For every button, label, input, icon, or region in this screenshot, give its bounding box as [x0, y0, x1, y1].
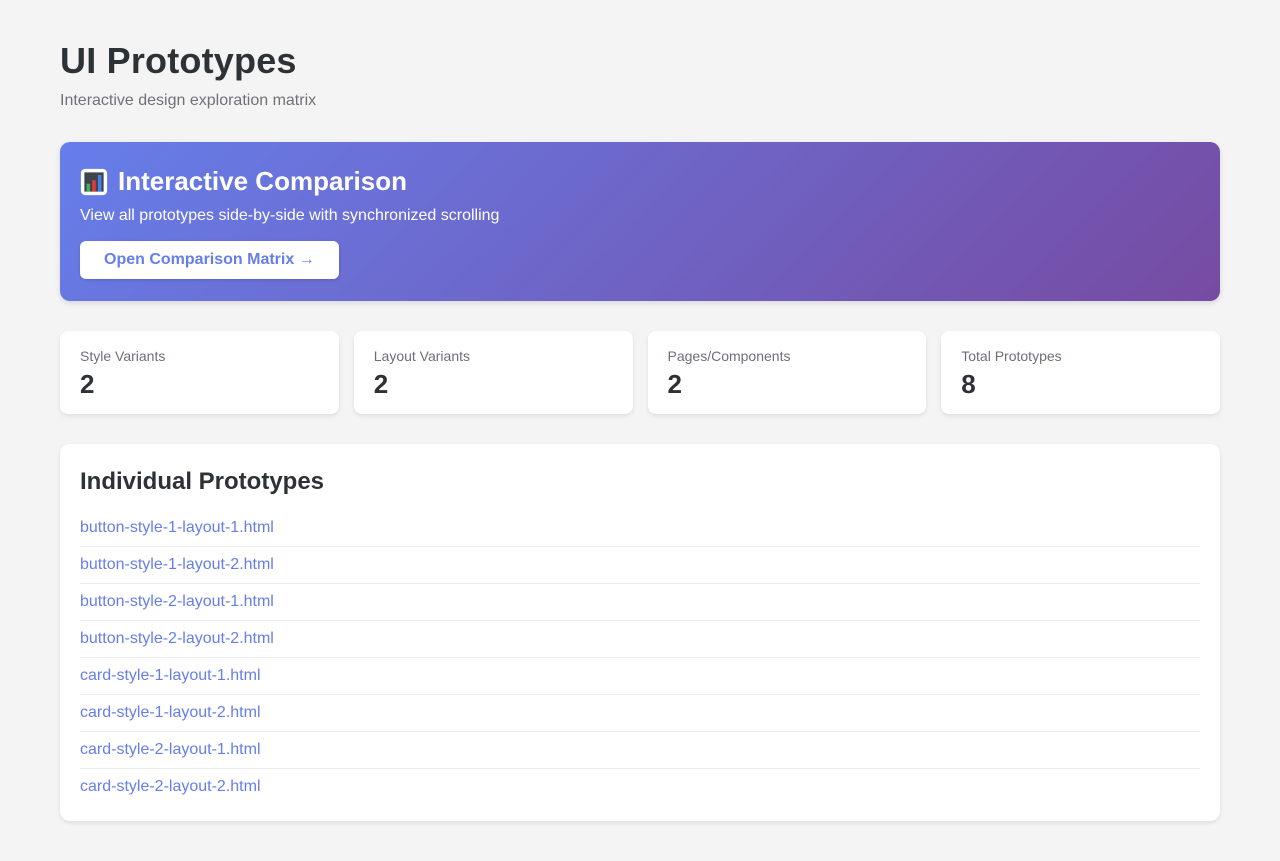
stat-label: Total Prototypes: [961, 348, 1200, 364]
stat-label: Layout Variants: [374, 348, 613, 364]
page-container: UI Prototypes Interactive design explora…: [60, 0, 1220, 861]
banner-title-row: Interactive Comparison: [80, 166, 1200, 197]
prototype-list-item: button-style-1-layout-2.html: [80, 547, 1200, 584]
individual-prototypes-card: Individual Prototypes button-style-1-lay…: [60, 444, 1220, 821]
prototype-list-item: card-style-2-layout-1.html: [80, 732, 1200, 769]
prototype-link[interactable]: card-style-2-layout-1.html: [80, 741, 261, 758]
prototype-list-item: card-style-1-layout-2.html: [80, 695, 1200, 732]
prototype-list: button-style-1-layout-1.html button-styl…: [80, 510, 1200, 805]
prototype-link[interactable]: card-style-1-layout-1.html: [80, 667, 261, 684]
interactive-comparison-banner: Interactive Comparison View all prototyp…: [60, 142, 1220, 301]
page-subtitle: Interactive design exploration matrix: [60, 92, 1220, 110]
stat-card-pages-components: Pages/Components 2: [648, 331, 927, 414]
prototype-list-item: button-style-1-layout-1.html: [80, 510, 1200, 547]
banner-description: View all prototypes side-by-side with sy…: [80, 207, 1200, 225]
prototype-list-item: button-style-2-layout-1.html: [80, 584, 1200, 621]
stat-label: Pages/Components: [668, 348, 907, 364]
prototype-link[interactable]: card-style-2-layout-2.html: [80, 778, 261, 795]
bar-chart-icon: [80, 168, 108, 196]
prototype-link[interactable]: button-style-1-layout-1.html: [80, 519, 274, 536]
prototype-list-item: button-style-2-layout-2.html: [80, 621, 1200, 658]
individual-prototypes-title: Individual Prototypes: [80, 468, 1200, 496]
stat-label: Style Variants: [80, 348, 319, 364]
stat-value: 2: [80, 371, 319, 397]
open-comparison-matrix-button[interactable]: Open Comparison Matrix →: [80, 241, 339, 279]
stat-value: 2: [374, 371, 613, 397]
prototype-link[interactable]: card-style-1-layout-2.html: [80, 704, 261, 721]
prototype-link[interactable]: button-style-2-layout-2.html: [80, 630, 274, 647]
prototype-list-item: card-style-1-layout-1.html: [80, 658, 1200, 695]
prototype-link[interactable]: button-style-2-layout-1.html: [80, 593, 274, 610]
banner-title: Interactive Comparison: [118, 166, 407, 197]
stat-card-total-prototypes: Total Prototypes 8: [941, 331, 1220, 414]
page-title: UI Prototypes: [60, 40, 1220, 82]
prototype-link[interactable]: button-style-1-layout-2.html: [80, 556, 274, 573]
stats-grid: Style Variants 2 Layout Variants 2 Pages…: [60, 331, 1220, 414]
prototype-list-item: card-style-2-layout-2.html: [80, 769, 1200, 805]
stat-card-layout-variants: Layout Variants 2: [354, 331, 633, 414]
stat-value: 8: [961, 371, 1200, 397]
stat-value: 2: [668, 371, 907, 397]
stat-card-style-variants: Style Variants 2: [60, 331, 339, 414]
